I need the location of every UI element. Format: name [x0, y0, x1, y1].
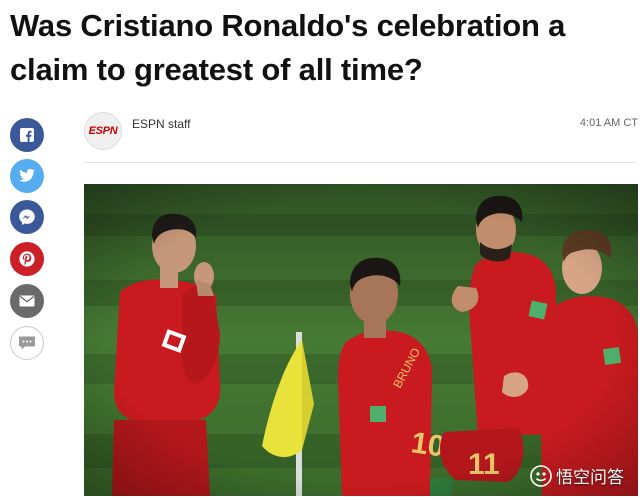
pinterest-share-button[interactable] — [10, 242, 44, 276]
publish-time: 4:01 AM CT — [579, 117, 638, 129]
comments-button[interactable] — [10, 326, 44, 360]
pinterest-icon — [19, 251, 35, 267]
byline-divider — [84, 162, 636, 163]
watermark-text: 悟空问答 — [556, 468, 624, 488]
twitter-share-button[interactable] — [10, 159, 44, 193]
comment-icon — [19, 336, 35, 350]
espn-logo: ESPN — [88, 125, 118, 137]
messenger-share-button[interactable] — [10, 200, 44, 234]
facebook-icon — [20, 128, 34, 142]
envelope-icon — [19, 295, 35, 307]
email-share-button[interactable] — [10, 284, 44, 318]
watermark: 悟空问答 — [530, 463, 624, 488]
twitter-icon — [19, 169, 35, 182]
author-avatar[interactable]: ESPN — [84, 112, 122, 150]
watermark-logo-icon — [530, 464, 552, 487]
article-photo[interactable]: BRUNO 10 11 — [84, 184, 638, 496]
celebration-photo: BRUNO 10 11 — [84, 184, 638, 496]
messenger-icon — [19, 209, 35, 225]
article-byline: ESPN ESPN staff 4:01 AM CT — [84, 112, 640, 152]
author-name[interactable]: ESPN staff — [132, 117, 190, 131]
article-headline: Was Cristiano Ronaldo's celebration a cl… — [10, 8, 566, 87]
facebook-share-button[interactable] — [10, 118, 44, 152]
